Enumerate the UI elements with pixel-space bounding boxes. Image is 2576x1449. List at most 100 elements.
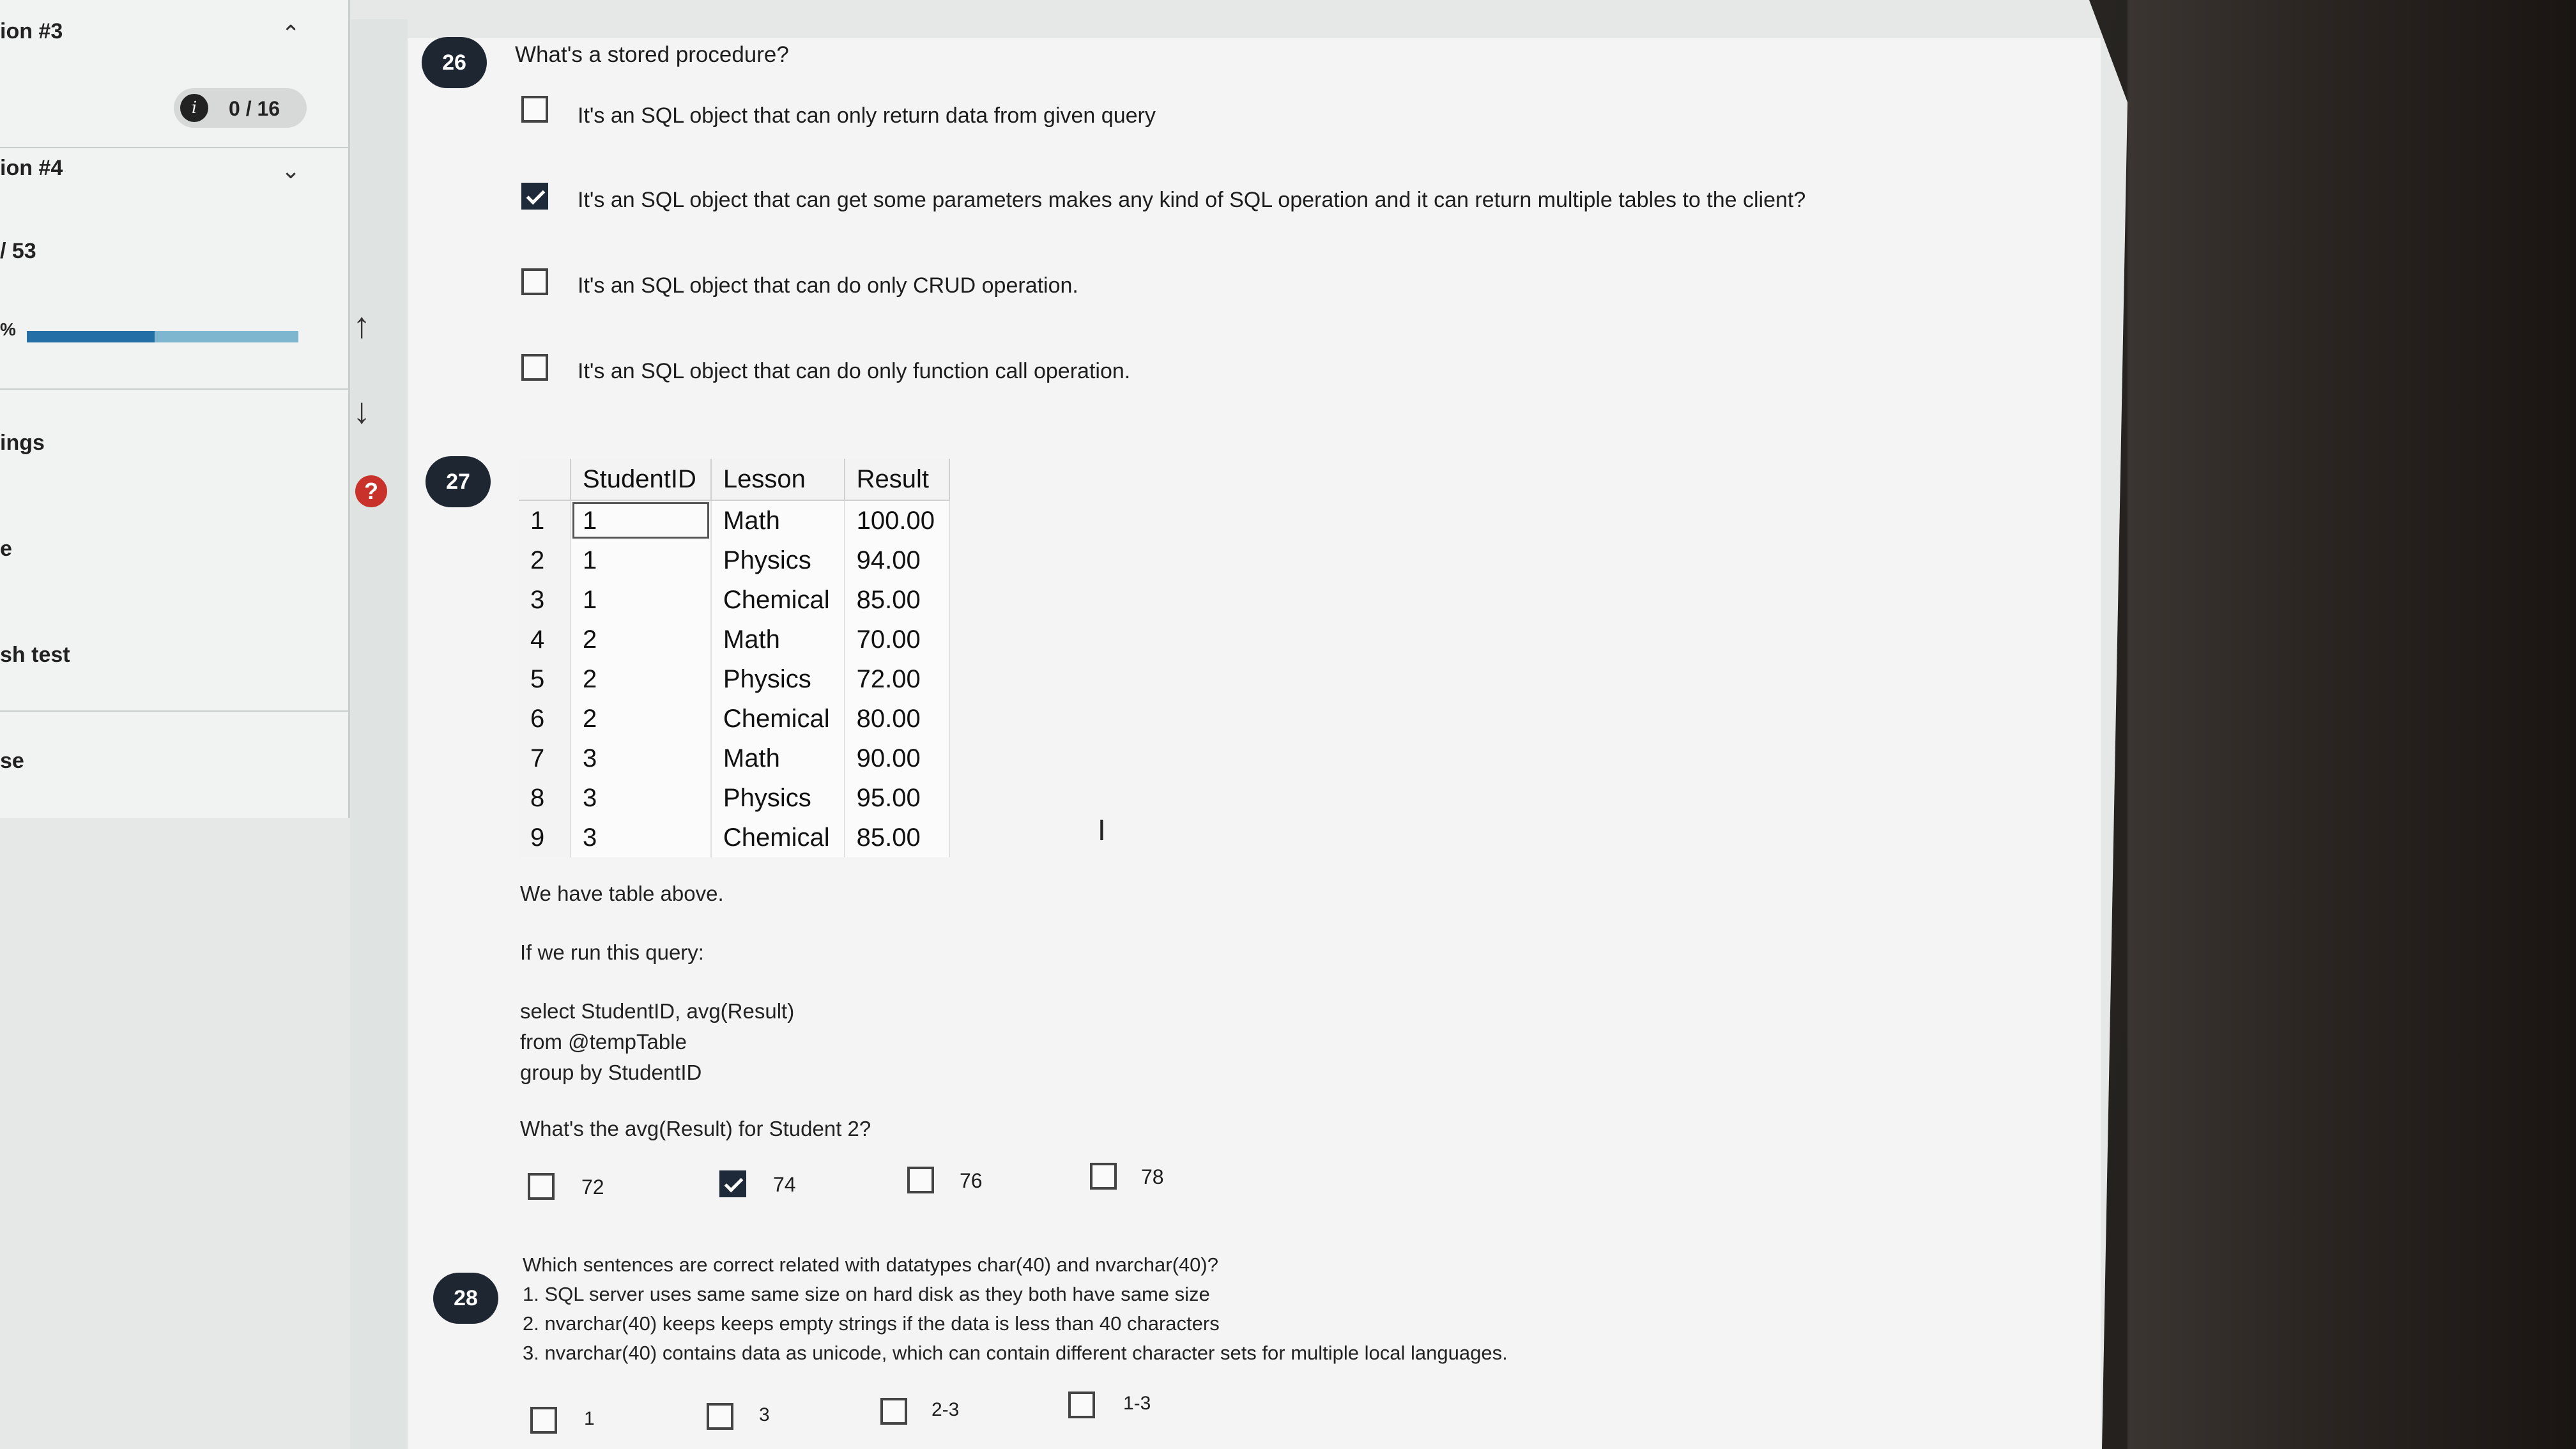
- row-number: 1: [519, 500, 571, 540]
- table-row: 9 3 Chemical 85.00: [519, 818, 950, 857]
- table-row: 3 1 Chemical 85.00: [519, 580, 950, 620]
- cell-result: 72.00: [844, 659, 950, 699]
- text-cursor-icon: I: [1098, 813, 1106, 847]
- row-number: 9: [519, 818, 571, 857]
- q27-intro: We have table above.: [520, 882, 724, 905]
- cell-studentid: 2: [571, 659, 712, 699]
- q28-option-3-checkbox[interactable]: [880, 1398, 907, 1425]
- column-header: Lesson: [710, 459, 845, 501]
- cell-result: 100.00: [844, 500, 950, 540]
- table-row: 1 1 Math 100.00: [519, 500, 950, 540]
- cell-studentid: 3: [571, 778, 712, 818]
- cell-lesson: Chemical: [710, 580, 845, 620]
- arrow-down-icon[interactable]: ↓: [353, 390, 371, 431]
- q26-option-3-checkbox[interactable]: [521, 268, 548, 295]
- q26-option-3-label: It's an SQL object that can do only CRUD…: [578, 273, 1078, 298]
- cell-result: 95.00: [844, 778, 950, 818]
- sidebar-item-se[interactable]: se: [0, 749, 24, 774]
- progress-fill: [27, 331, 155, 342]
- result-table: StudentID Lesson Result 1 1 Math 100.00 …: [519, 459, 950, 857]
- q27-option-2-checkbox[interactable]: [719, 1170, 746, 1197]
- q26-option-1-checkbox[interactable]: [521, 96, 548, 123]
- progress-bar: [27, 331, 298, 342]
- query-line-2: from @tempTable: [520, 1030, 687, 1054]
- q28-option-1-checkbox[interactable]: [530, 1407, 557, 1434]
- cell-studentid: 1: [571, 500, 712, 540]
- divider: [0, 710, 348, 712]
- table-row: 6 2 Chemical 80.00: [519, 699, 950, 739]
- cell-lesson: Physics: [710, 778, 845, 818]
- question-26-text: What's a stored procedure?: [515, 42, 789, 67]
- q27-option-3-label: 76: [960, 1169, 983, 1192]
- q27-prompt: If we run this query:: [520, 940, 704, 964]
- corner-cell: [519, 459, 571, 501]
- arrow-up-icon[interactable]: ↑: [353, 304, 371, 346]
- q26-option-2-checkbox[interactable]: [521, 183, 548, 210]
- cell-studentid: 3: [571, 818, 712, 857]
- screen: ion #3 ⌃ i 0 / 16 ion #4 ⌄ / 53 % ings e…: [0, 0, 2128, 1449]
- q28-statement-2: 2. nvarchar(40) keeps keeps empty string…: [523, 1312, 1220, 1335]
- column-header: Result: [844, 459, 950, 501]
- cell-lesson: Math: [710, 620, 845, 659]
- q28-option-4-label: 1-3: [1123, 1393, 1151, 1414]
- q28-statement-3: 3. nvarchar(40) contains data as unicode…: [523, 1342, 1508, 1364]
- q28-option-3-label: 2-3: [931, 1399, 960, 1420]
- cell-result: 85.00: [844, 818, 950, 857]
- cell-studentid: 2: [571, 699, 712, 739]
- cell-lesson: Physics: [710, 540, 845, 580]
- cell-result: 90.00: [844, 739, 950, 778]
- question-count: / 53: [0, 239, 36, 263]
- score-text: 0 / 16: [229, 97, 280, 120]
- table-row: 4 2 Math 70.00: [519, 620, 950, 659]
- cell-result: 85.00: [844, 580, 950, 620]
- sidebar-section-3[interactable]: ion #3: [0, 19, 63, 44]
- table-row: 7 3 Math 90.00: [519, 739, 950, 778]
- q28-statement-1: 1. SQL server uses same same size on har…: [523, 1283, 1210, 1305]
- cell-studentid: 3: [571, 739, 712, 778]
- q26-option-4-label: It's an SQL object that can do only func…: [578, 359, 1131, 383]
- row-number: 8: [519, 778, 571, 818]
- query-line-1: select StudentID, avg(Result): [520, 999, 795, 1023]
- cell-studentid: 1: [571, 540, 712, 580]
- sidebar-item-settings[interactable]: ings: [0, 431, 45, 456]
- sidebar-item-test[interactable]: sh test: [0, 643, 70, 668]
- help-icon[interactable]: ?: [355, 475, 387, 507]
- sidebar-item-e[interactable]: e: [0, 537, 12, 562]
- q26-option-4-checkbox[interactable]: [521, 354, 548, 381]
- row-number: 4: [519, 620, 571, 659]
- nav-gutter: [350, 19, 408, 1449]
- row-number: 3: [519, 580, 571, 620]
- q28-option-4-checkbox[interactable]: [1068, 1392, 1095, 1418]
- table-header-row: StudentID Lesson Result: [519, 459, 950, 501]
- chevron-up-icon[interactable]: ⌃: [281, 20, 300, 47]
- question-number-27: 27: [425, 456, 491, 507]
- q27-option-1-label: 72: [581, 1176, 604, 1199]
- row-number: 2: [519, 540, 571, 580]
- cell-lesson: Math: [710, 500, 845, 540]
- q27-option-3-checkbox[interactable]: [907, 1167, 934, 1193]
- sidebar: ion #3 ⌃ i 0 / 16 ion #4 ⌄ / 53 % ings e…: [0, 0, 350, 818]
- table-row: 5 2 Physics 72.00: [519, 659, 950, 699]
- cell-result: 94.00: [844, 540, 950, 580]
- q28-option-2-checkbox[interactable]: [707, 1403, 733, 1430]
- q27-option-1-checkbox[interactable]: [528, 1173, 555, 1200]
- sidebar-section-4[interactable]: ion #4: [0, 156, 63, 181]
- table-row: 8 3 Physics 95.00: [519, 778, 950, 818]
- laptop-bezel: [2128, 0, 2576, 1449]
- q28-option-2-label: 3: [759, 1404, 770, 1425]
- cell-lesson: Chemical: [710, 818, 845, 857]
- chevron-down-icon[interactable]: ⌄: [281, 157, 300, 184]
- row-number: 7: [519, 739, 571, 778]
- q27-question: What's the avg(Result) for Student 2?: [520, 1117, 871, 1140]
- q28-question: Which sentences are correct related with…: [523, 1254, 1218, 1276]
- progress-label: %: [0, 319, 16, 339]
- column-header: StudentID: [571, 459, 712, 501]
- divider: [0, 388, 348, 390]
- row-number: 5: [519, 659, 571, 699]
- q27-option-4-checkbox[interactable]: [1090, 1163, 1117, 1190]
- cell-studentid: 2: [571, 620, 712, 659]
- q28-option-1-label: 1: [584, 1408, 595, 1429]
- divider: [0, 147, 348, 148]
- info-icon: i: [180, 94, 208, 122]
- q26-option-1-label: It's an SQL object that can only return …: [578, 103, 1156, 128]
